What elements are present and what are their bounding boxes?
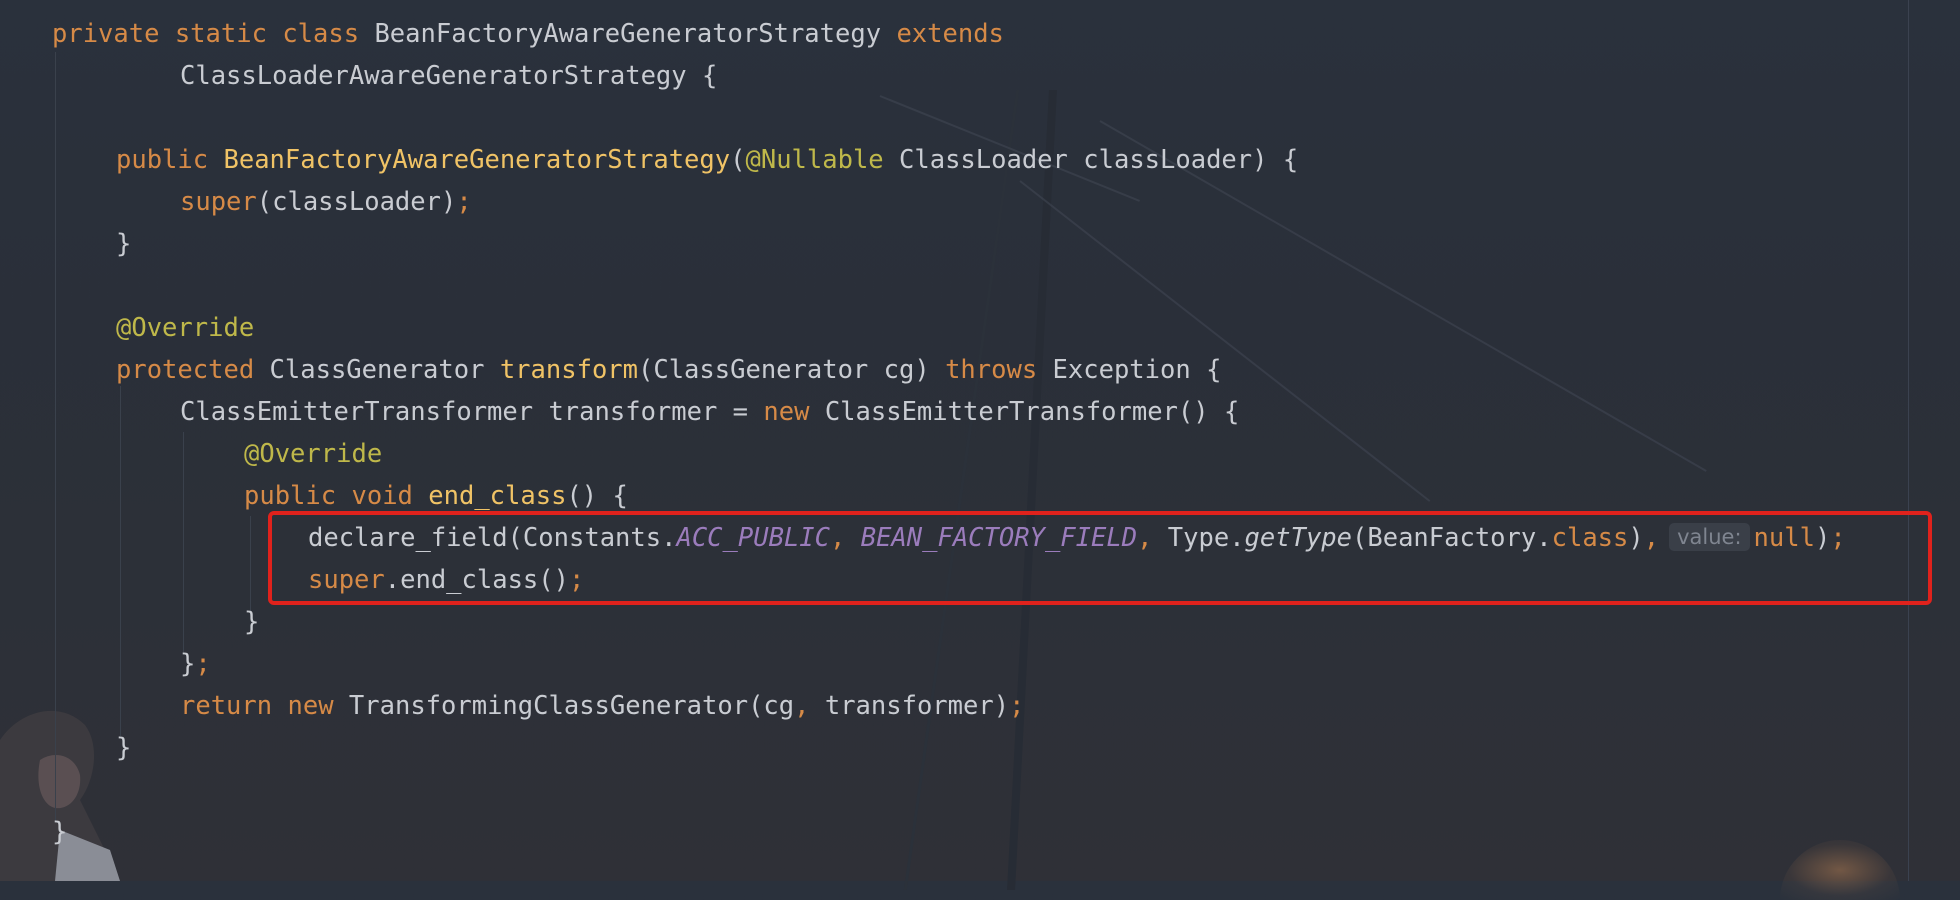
background-mast	[1007, 90, 1057, 890]
brace: {	[1206, 355, 1222, 385]
code-line: private static class BeanFactoryAwareGen…	[52, 13, 1004, 55]
paren-brace: () {	[566, 481, 628, 511]
superclass-name: ClassLoaderAwareGeneratorStrategy	[180, 61, 687, 91]
keyword: public	[244, 481, 337, 511]
brace: }	[244, 607, 260, 637]
code-line: };	[180, 643, 211, 685]
semicolon: ;	[1009, 691, 1025, 721]
param-type: ClassLoader	[899, 145, 1068, 175]
code-line: return new TransformingClassGenerator(cg…	[180, 685, 1024, 727]
background-sunset-glow	[1780, 840, 1900, 900]
keyword: extends	[896, 19, 1004, 49]
code-line: super(classLoader);	[180, 181, 472, 223]
keyword: new	[287, 691, 334, 721]
semicolon: ;	[456, 187, 472, 217]
code-line: }	[52, 811, 67, 853]
method-name: end_class	[428, 481, 567, 511]
keyword: return	[180, 691, 273, 721]
brace: }	[116, 733, 132, 763]
brace: }	[116, 229, 132, 259]
keyword: new	[763, 397, 810, 427]
keyword: throws	[945, 355, 1038, 385]
code-line: }	[116, 223, 131, 265]
brace: }	[52, 817, 68, 847]
indent-guide	[55, 52, 56, 822]
constructor-name: BeanFactoryAwareGeneratorStrategy	[223, 145, 731, 175]
right-margin-guide	[1908, 0, 1909, 881]
keyword: public	[116, 145, 209, 175]
annotation: @Nullable	[745, 145, 884, 175]
keyword: void	[351, 481, 413, 511]
background-mast	[903, 90, 1020, 890]
method-name: transform	[499, 355, 638, 385]
indent-guide	[183, 432, 184, 652]
brace: }	[180, 649, 196, 679]
highlight-annotation-box	[268, 511, 1932, 605]
keyword: super	[180, 187, 257, 217]
comma: ,	[794, 691, 810, 721]
class-name: BeanFactoryAwareGeneratorStrategy	[374, 19, 882, 49]
annotation: @Override	[116, 313, 255, 343]
code-line: }	[244, 601, 259, 643]
param-name: classLoader	[1083, 145, 1253, 175]
code-line: ClassEmitterTransformer transformer = ne…	[180, 391, 1239, 433]
annotation: @Override	[244, 439, 383, 469]
declaration: ClassEmitterTransformer transformer =	[180, 397, 764, 427]
call-args: (classLoader)	[256, 187, 457, 217]
code-line: @Override	[244, 433, 382, 475]
semicolon: ;	[195, 649, 211, 679]
keyword: class	[282, 19, 360, 49]
indent-guide	[120, 386, 121, 736]
code-line: ClassLoaderAwareGeneratorStrategy {	[180, 55, 717, 97]
brace: {	[702, 61, 718, 91]
code-line: @Override	[116, 307, 254, 349]
code-line: public BeanFactoryAwareGeneratorStrategy…	[116, 139, 1298, 181]
constructor-call: ClassEmitterTransformer() {	[824, 397, 1240, 427]
return-type: ClassGenerator	[269, 355, 485, 385]
exception-type: Exception	[1052, 355, 1191, 385]
keyword: protected	[116, 355, 255, 385]
constructor-call: TransformingClassGenerator(cg	[348, 691, 795, 721]
code-line: }	[116, 727, 131, 769]
params: (ClassGenerator cg)	[638, 355, 930, 385]
call-args: transformer)	[824, 691, 1010, 721]
background-rigging-line	[1019, 180, 1431, 502]
paren: (	[730, 145, 746, 175]
keyword: private	[52, 19, 160, 49]
keyword: static	[174, 19, 267, 49]
code-line: protected ClassGenerator transform(Class…	[116, 349, 1221, 391]
paren-brace: ) {	[1252, 145, 1299, 175]
